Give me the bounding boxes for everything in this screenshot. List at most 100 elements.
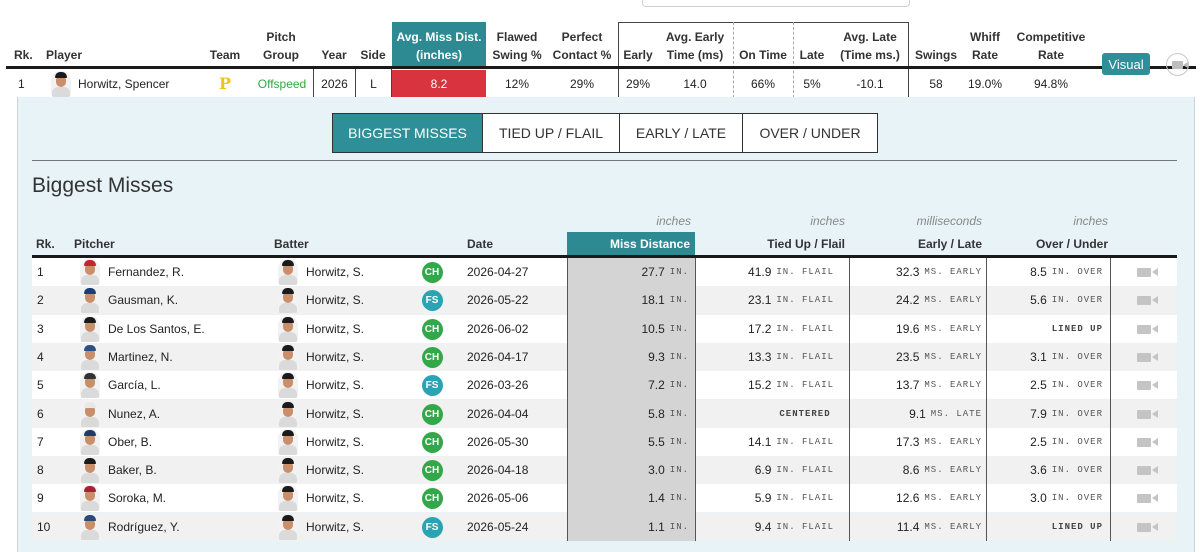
video-camera-icon[interactable] bbox=[1130, 513, 1164, 541]
search-box-edge[interactable] bbox=[642, 0, 910, 7]
pitcher-cell[interactable]: Fernandez, R. bbox=[80, 258, 230, 286]
date-cell: 2026-04-17 bbox=[467, 350, 529, 364]
tab-early-late[interactable]: EARLY / LATE bbox=[620, 114, 743, 152]
table-row-content[interactable]: 9 Soroka, M. Horwitz, S. CH 2026-05-06 1.4 IN.… bbox=[32, 484, 1177, 512]
pitcher-cell[interactable]: Rodríguez, Y. bbox=[80, 513, 230, 541]
batter-cell[interactable]: Horwitz, S. bbox=[278, 513, 408, 541]
batter-name[interactable]: Horwitz, S. bbox=[306, 293, 364, 307]
over-under-value: 8.5 bbox=[1030, 265, 1047, 279]
video-camera-icon[interactable] bbox=[1130, 400, 1164, 428]
pitcher-name[interactable]: Gausman, K. bbox=[108, 293, 178, 307]
pitcher-cell[interactable]: De Los Santos, E. bbox=[80, 315, 230, 343]
pitcher-name[interactable]: Martinez, N. bbox=[108, 350, 173, 364]
over-under-cell: LINED UP bbox=[990, 315, 1103, 343]
batter-cell[interactable]: Horwitz, S. bbox=[278, 286, 408, 314]
batter-name[interactable]: Horwitz, S. bbox=[306, 520, 364, 534]
video-camera-icon[interactable] bbox=[1130, 371, 1164, 399]
batter-name[interactable]: Horwitz, S. bbox=[306, 407, 364, 421]
video-camera-icon[interactable] bbox=[1130, 258, 1164, 286]
over-under-cell: 3.6 IN. OVER bbox=[990, 456, 1103, 484]
pitch-type-cell: FS bbox=[420, 286, 444, 314]
batter-name[interactable]: Horwitz, S. bbox=[306, 265, 364, 279]
video-camera-icon[interactable] bbox=[1130, 315, 1164, 343]
over-under-tag: LINED UP bbox=[1051, 324, 1103, 334]
video-camera-icon[interactable] bbox=[1130, 428, 1164, 456]
date-cell: 2026-06-02 bbox=[467, 322, 529, 336]
batter-cell[interactable]: Horwitz, S. bbox=[278, 371, 408, 399]
flawed-swing-value: 12% bbox=[504, 76, 530, 91]
pitcher-name[interactable]: García, L. bbox=[108, 378, 161, 392]
tied-unit: IN. FLAIL bbox=[776, 380, 834, 390]
row-rank: 9 bbox=[37, 491, 44, 505]
pitcher-name[interactable]: Nunez, A. bbox=[108, 407, 160, 421]
player-name-link[interactable]: Horwitz, Spencer bbox=[78, 70, 198, 97]
miss-unit: IN. bbox=[669, 295, 689, 305]
over-under-value: 2.5 bbox=[1030, 435, 1047, 449]
table-row-content[interactable]: 7 Ober, B. Horwitz, S. CH 2026-05-30 5.5 IN. 14… bbox=[32, 428, 1177, 456]
table-row-content[interactable]: 8 Baker, B. Horwitz, S. CH 2026-04-18 3.0 IN. 6… bbox=[32, 456, 1177, 484]
pitcher-name[interactable]: Rodríguez, Y. bbox=[108, 520, 180, 534]
visual-button[interactable]: Visual bbox=[1102, 53, 1150, 75]
batter-cell[interactable]: Horwitz, S. bbox=[278, 258, 408, 286]
table-row-content[interactable]: 4 Martinez, N. Horwitz, S. CH 2026-04-17 9.3 I… bbox=[32, 343, 1177, 371]
pitch-type-cell: FS bbox=[420, 513, 444, 541]
video-camera-icon[interactable] bbox=[1130, 456, 1164, 484]
tab-biggest-misses[interactable]: BIGGEST MISSES bbox=[333, 114, 483, 152]
pitcher-name[interactable]: De Los Santos, E. bbox=[108, 322, 205, 336]
table-row-content[interactable]: 5 García, L. Horwitz, S. FS 2026-03-26 7.2 IN.… bbox=[32, 371, 1177, 399]
over-under-cell: 5.6 IN. OVER bbox=[990, 286, 1103, 314]
batter-name[interactable]: Horwitz, S. bbox=[306, 435, 364, 449]
pitcher-cell[interactable]: García, L. bbox=[80, 371, 230, 399]
miss-value: 7.2 bbox=[648, 378, 665, 392]
batter-name[interactable]: Horwitz, S. bbox=[306, 491, 364, 505]
batter-cell[interactable]: Horwitz, S. bbox=[278, 315, 408, 343]
pitcher-name[interactable]: Fernandez, R. bbox=[108, 265, 184, 279]
video-camera-icon[interactable] bbox=[1130, 484, 1164, 512]
early-late-unit: MS. EARLY bbox=[924, 493, 982, 503]
pitcher-cell[interactable]: Baker, B. bbox=[80, 456, 230, 484]
avatar bbox=[278, 287, 298, 313]
miss-value: 5.8 bbox=[648, 407, 665, 421]
over-under-unit: IN. OVER bbox=[1051, 380, 1103, 390]
tied-up-cell: 15.2 IN. FLAIL bbox=[700, 371, 834, 399]
pitcher-name[interactable]: Baker, B. bbox=[108, 463, 157, 477]
pitcher-name[interactable]: Ober, B. bbox=[108, 435, 152, 449]
pitcher-cell[interactable]: Nunez, A. bbox=[80, 400, 230, 428]
table-row-content[interactable]: 10 Rodríguez, Y. Horwitz, S. FS 2026-05-24 1.… bbox=[32, 513, 1177, 541]
video-camera-icon[interactable] bbox=[1166, 53, 1189, 76]
batter-cell[interactable]: Horwitz, S. bbox=[278, 400, 408, 428]
batter-name[interactable]: Horwitz, S. bbox=[306, 350, 364, 364]
batter-cell[interactable]: Horwitz, S. bbox=[278, 343, 408, 371]
tied-unit: IN. FLAIL bbox=[776, 493, 834, 503]
video-camera-icon[interactable] bbox=[1130, 343, 1164, 371]
col-pitch-group-header: Pitch Group bbox=[263, 30, 299, 62]
video-camera-icon[interactable] bbox=[1130, 286, 1164, 314]
pitcher-cell[interactable]: Martinez, N. bbox=[80, 343, 230, 371]
tied-unit-label: inches bbox=[810, 214, 845, 228]
batter-cell[interactable]: Horwitz, S. bbox=[278, 428, 408, 456]
pitcher-cell[interactable]: Soroka, M. bbox=[80, 484, 230, 512]
over-under-value: 3.0 bbox=[1030, 491, 1047, 505]
tab-over-under[interactable]: OVER / UNDER bbox=[743, 114, 877, 152]
table-row-content[interactable]: 1 Fernandez, R. Horwitz, S. CH 2026-04-27 27.… bbox=[32, 258, 1177, 286]
col-avg-miss-header[interactable]: Avg. Miss Dist. (inches) bbox=[392, 22, 486, 68]
batter-name[interactable]: Horwitz, S. bbox=[306, 322, 364, 336]
pitcher-name[interactable]: Soroka, M. bbox=[108, 491, 166, 505]
miss-unit: IN. bbox=[669, 380, 689, 390]
over-under-cell: 2.5 IN. OVER bbox=[990, 371, 1103, 399]
video-camera-glyph bbox=[1137, 380, 1158, 390]
pitcher-cell[interactable]: Ober, B. bbox=[80, 428, 230, 456]
table-row-content[interactable]: 3 De Los Santos, E. Horwitz, S. CH 2026-06-0… bbox=[32, 315, 1177, 343]
pitcher-cell[interactable]: Gausman, K. bbox=[80, 286, 230, 314]
table-row-content[interactable]: 2 Gausman, K. Horwitz, S. FS 2026-05-22 18.1 I… bbox=[32, 286, 1177, 314]
batter-name[interactable]: Horwitz, S. bbox=[306, 378, 364, 392]
pitch-type-badge: FS bbox=[421, 374, 443, 396]
table-row-content[interactable]: 6 Nunez, A. Horwitz, S. CH 2026-04-04 5.8 IN. C… bbox=[32, 400, 1177, 428]
batter-name[interactable]: Horwitz, S. bbox=[306, 463, 364, 477]
batter-cell[interactable]: Horwitz, S. bbox=[278, 456, 408, 484]
batter-cell[interactable]: Horwitz, S. bbox=[278, 484, 408, 512]
over-under-cell: 7.9 IN. OVER bbox=[990, 400, 1103, 428]
tab-tied-up-flail[interactable]: TIED UP / FLAIL bbox=[483, 114, 620, 152]
col-miss-distance-header[interactable]: Miss Distance bbox=[567, 232, 695, 256]
avatar bbox=[278, 316, 298, 342]
